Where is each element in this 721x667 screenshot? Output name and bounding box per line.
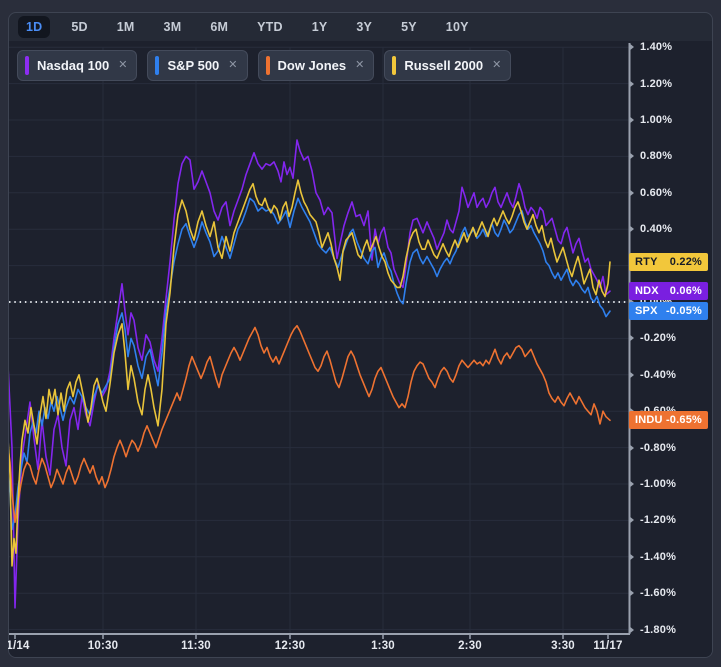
x-axis-tick-label: 3:30 — [551, 640, 575, 652]
tick-arrow-icon — [629, 516, 634, 524]
tick-arrow-icon — [629, 225, 634, 233]
y-axis-tick-label: -1.20% — [640, 514, 676, 526]
y-axis-tick: -0.20% — [629, 330, 676, 346]
series-label: S&P 500 — [167, 58, 219, 73]
range-button-3m[interactable]: 3M — [156, 16, 190, 38]
symbol: SPX — [635, 305, 658, 317]
tick-arrow-icon — [629, 116, 634, 124]
price-label-indu: INDU-0.65% — [629, 411, 708, 429]
tick-arrow-icon — [629, 444, 634, 452]
y-axis-tick-label: -0.20% — [640, 332, 676, 344]
series-line-spx — [9, 198, 610, 529]
y-axis-tick-label: 1.20% — [640, 78, 672, 90]
symbol: NDX — [635, 285, 659, 297]
y-axis-tick: -0.80% — [629, 440, 676, 456]
legend-chip-russell-2000[interactable]: Russell 2000 ✕ — [384, 50, 511, 81]
range-button-ytd[interactable]: YTD — [249, 16, 291, 38]
x-axis-tick-label: 1:30 — [371, 640, 395, 652]
tick-arrow-icon — [629, 189, 634, 197]
x-axis-tick-label: 10:30 — [88, 640, 118, 652]
legend-chip-dow-jones[interactable]: Dow Jones ✕ — [258, 50, 375, 81]
x-axis-tick-label: 11:30 — [181, 640, 211, 652]
y-axis-tick-label: -0.80% — [640, 442, 676, 454]
symbol: INDU — [635, 414, 663, 426]
y-axis-tick-label: 1.40% — [640, 41, 672, 53]
change-percent: 0.22% — [670, 256, 702, 268]
series-line-indu — [9, 326, 610, 523]
price-chart[interactable] — [9, 41, 712, 657]
series-label: Nasdaq 100 — [37, 58, 109, 73]
y-axis-tick: 0.40% — [629, 221, 672, 237]
chart-widget: 1D5D1M3M6MYTD1Y3Y5Y10Y Nasdaq 100✕S&P 50… — [0, 0, 721, 667]
close-icon[interactable]: ✕ — [118, 60, 127, 71]
series-label: Russell 2000 — [404, 58, 483, 73]
y-axis-tick-label: -0.40% — [640, 369, 676, 381]
legend-chip-s-p-500[interactable]: S&P 500 ✕ — [147, 50, 247, 81]
price-label-spx: SPX -0.05% — [629, 302, 708, 320]
y-axis-tick-label: 0.40% — [640, 223, 672, 235]
series-line-rty — [9, 180, 610, 566]
change-percent: 0.06% — [670, 285, 702, 297]
close-icon[interactable]: ✕ — [228, 60, 237, 71]
y-axis-tick-label: -1.60% — [640, 587, 676, 599]
y-axis-tick: -1.40% — [629, 549, 676, 565]
y-axis-tick: -1.60% — [629, 585, 676, 601]
series-color-bar — [155, 56, 159, 75]
series-line-ndx — [9, 140, 610, 608]
tick-arrow-icon — [629, 626, 634, 634]
y-axis-tick: -0.40% — [629, 367, 676, 383]
x-axis-tick-label: 11/14 — [8, 640, 30, 652]
range-toolbar: 1D 5D 1M 3M 6M YTD 1Y 3Y 5Y 10Y — [18, 13, 477, 41]
tick-arrow-icon — [629, 80, 634, 88]
price-label-ndx: NDX 0.06% — [629, 282, 708, 300]
legend-chip-nasdaq-100[interactable]: Nasdaq 100 ✕ — [17, 50, 137, 81]
y-axis-tick: 0.80% — [629, 148, 672, 164]
range-button-1y[interactable]: 1Y — [304, 16, 336, 38]
range-button-5d[interactable]: 5D — [63, 16, 95, 38]
series-color-bar — [25, 56, 29, 75]
range-button-5y[interactable]: 5Y — [393, 16, 425, 38]
y-axis-tick: 1.00% — [629, 112, 672, 128]
y-axis-tick-label: -1.40% — [640, 551, 676, 563]
y-axis-tick: -1.20% — [629, 512, 676, 528]
price-label-rty: RTY 0.22% — [629, 253, 708, 271]
series-color-bar — [266, 56, 270, 75]
y-axis-tick-label: 0.60% — [640, 187, 672, 199]
y-axis-tick-label: -1.80% — [640, 624, 676, 636]
tick-arrow-icon — [629, 334, 634, 342]
x-axis-labels: 11/14 10:30 11:30 12:30 1:30 2:30 3:30 11/17 — [8, 639, 713, 656]
y-axis-tick: 1.40% — [629, 39, 672, 55]
tick-arrow-icon — [629, 589, 634, 597]
tick-arrow-icon — [629, 152, 634, 160]
tick-arrow-icon — [629, 371, 634, 379]
y-axis-tick-label: -1.00% — [640, 478, 676, 490]
series-label: Dow Jones — [278, 58, 347, 73]
chart-panel: 1D 5D 1M 3M 6M YTD 1Y 3Y 5Y 10Y — [8, 12, 713, 658]
range-button-1m[interactable]: 1M — [109, 16, 143, 38]
x-axis-tick-label: 11/17 — [593, 640, 622, 652]
y-axis-tick: -1.80% — [629, 622, 676, 638]
y-axis-tick: 1.20% — [629, 76, 672, 92]
legend: Nasdaq 100✕S&P 500✕Dow Jones✕Russell 200… — [17, 50, 511, 81]
change-percent: -0.65% — [666, 414, 702, 426]
change-percent: -0.05% — [666, 305, 702, 317]
x-axis-tick-label: 12:30 — [275, 640, 305, 652]
range-button-6m[interactable]: 6M — [202, 16, 236, 38]
tick-arrow-icon — [629, 480, 634, 488]
series-color-bar — [392, 56, 396, 75]
range-button-1d[interactable]: 1D — [18, 16, 50, 38]
close-icon[interactable]: ✕ — [492, 60, 501, 71]
symbol: RTY — [635, 256, 658, 268]
y-axis-tick: -1.00% — [629, 476, 676, 492]
range-button-3y[interactable]: 3Y — [348, 16, 380, 38]
tick-arrow-icon — [629, 553, 634, 561]
y-axis-tick: 0.60% — [629, 185, 672, 201]
tick-arrow-icon — [629, 43, 634, 51]
y-axis-tick-label: 0.80% — [640, 150, 672, 162]
y-axis-tick-label: 1.00% — [640, 114, 672, 126]
close-icon[interactable]: ✕ — [355, 60, 364, 71]
x-axis-tick-label: 2:30 — [458, 640, 482, 652]
range-button-10y[interactable]: 10Y — [438, 16, 477, 38]
